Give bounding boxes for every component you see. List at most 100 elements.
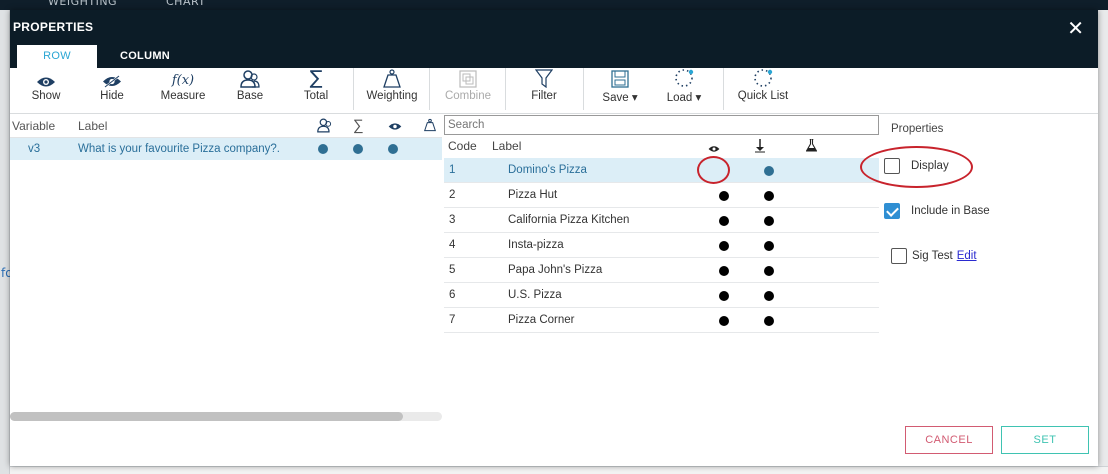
backdrop-tab-weighting[interactable]: WEIGHTING xyxy=(48,0,117,8)
total-indicator[interactable] xyxy=(353,144,363,154)
base-indicator[interactable] xyxy=(318,144,328,154)
row-label: Insta-pizza xyxy=(508,239,564,251)
sig-test-checkbox[interactable] xyxy=(891,248,907,264)
variable-table-header: Variable Label ∑ xyxy=(10,116,442,138)
variable-row[interactable]: v3 What is your favourite Pizza company?… xyxy=(10,138,442,160)
code-row[interactable]: 5 Papa John's Pizza xyxy=(444,258,879,283)
weight-icon xyxy=(360,68,424,90)
sig-test-label: Sig Test Edit xyxy=(912,250,977,262)
include-base-icon xyxy=(755,139,765,156)
code-column-header[interactable]: Code xyxy=(448,139,477,153)
include-base-indicator[interactable] xyxy=(764,166,774,176)
code-row[interactable]: 1 Domino's Pizza xyxy=(444,158,879,183)
row-label: Domino's Pizza xyxy=(508,164,587,176)
load-button[interactable]: Load ▾ xyxy=(660,68,708,114)
quick-list-icon xyxy=(732,68,794,90)
scrollbar-thumb[interactable] xyxy=(10,412,403,421)
code-row[interactable]: 2 Pizza Hut xyxy=(444,183,879,208)
base-users-icon xyxy=(317,118,333,136)
search-input[interactable] xyxy=(444,115,879,135)
sig-test-edit-link[interactable]: Edit xyxy=(957,250,977,262)
code-row[interactable]: 4 Insta-pizza xyxy=(444,233,879,258)
eye-icon xyxy=(24,68,68,90)
show-label: Show xyxy=(31,90,61,102)
hide-label: Hide xyxy=(100,90,124,102)
weight-icon xyxy=(423,118,437,135)
row-label: U.S. Pizza xyxy=(508,289,562,301)
code-row[interactable]: 7 Pizza Corner xyxy=(444,308,879,333)
tab-row[interactable]: ROW xyxy=(17,45,97,68)
display-option[interactable]: Display xyxy=(884,158,974,176)
variable-name: v3 xyxy=(28,143,41,155)
save-label: Save ▾ xyxy=(602,92,638,104)
row-label: Papa John's Pizza xyxy=(508,264,603,276)
sigma-icon: ∑ xyxy=(353,117,364,134)
backdrop-top-bar: WEIGHTING CHART xyxy=(0,0,1108,10)
toolbar-separator xyxy=(429,68,430,110)
cancel-button[interactable]: CANCEL xyxy=(905,426,993,454)
label-column-header[interactable]: Label xyxy=(78,119,107,133)
sig-test-option[interactable]: Sig Test Edit xyxy=(891,248,1001,266)
display-indicator[interactable] xyxy=(719,216,729,226)
display-indicator[interactable] xyxy=(719,316,729,326)
load-spinner-icon xyxy=(660,68,708,90)
tab-column[interactable]: COLUMN xyxy=(105,45,185,68)
display-indicator[interactable] xyxy=(719,266,729,276)
quick-list-button[interactable]: Quick List xyxy=(732,68,794,114)
horizontal-scrollbar[interactable] xyxy=(10,412,442,421)
display-checkbox[interactable] xyxy=(884,158,900,174)
eye-slash-icon xyxy=(90,68,134,90)
save-button[interactable]: Save ▾ xyxy=(596,68,644,114)
filter-button[interactable]: Filter xyxy=(522,68,566,114)
total-label: Total xyxy=(303,90,329,102)
base-users-icon xyxy=(232,68,268,90)
row-label: Pizza Corner xyxy=(508,314,575,326)
row-code: 1 xyxy=(449,164,456,176)
toolbar: Show Hide f(x) Measure Base ∑ Total Weig… xyxy=(10,68,1098,114)
toolbar-separator xyxy=(583,68,584,110)
include-base-indicator[interactable] xyxy=(764,216,774,226)
dialog-header: PROPERTIES ✕ ROW COLUMN xyxy=(10,10,1098,68)
total-button[interactable]: ∑ Total xyxy=(298,68,334,114)
filter-icon xyxy=(522,68,566,90)
set-button[interactable]: SET xyxy=(1001,426,1089,454)
measure-button[interactable]: f(x) Measure xyxy=(154,68,212,114)
include-base-indicator[interactable] xyxy=(764,291,774,301)
include-base-indicator[interactable] xyxy=(764,191,774,201)
hide-button[interactable]: Hide xyxy=(90,68,134,114)
display-indicator[interactable] xyxy=(719,191,729,201)
include-in-base-checkbox[interactable] xyxy=(884,203,900,219)
include-base-indicator[interactable] xyxy=(764,316,774,326)
measure-label: Measure xyxy=(160,90,206,102)
base-button[interactable]: Base xyxy=(232,68,268,114)
show-indicator[interactable] xyxy=(388,144,398,154)
weighting-button[interactable]: Weighting xyxy=(360,68,424,114)
include-base-indicator[interactable] xyxy=(764,266,774,276)
include-in-base-option[interactable]: Include in Base xyxy=(884,203,1014,221)
eye-icon xyxy=(708,142,720,156)
display-indicator[interactable] xyxy=(719,241,729,251)
flask-icon xyxy=(805,138,818,155)
include-in-base-label: Include in Base xyxy=(911,205,990,217)
row-label: Pizza Hut xyxy=(508,189,558,201)
dialog-title: PROPERTIES xyxy=(13,20,94,34)
toolbar-separator xyxy=(723,68,724,110)
include-base-indicator[interactable] xyxy=(764,241,774,251)
row-code: 2 xyxy=(449,189,456,201)
close-icon[interactable]: ✕ xyxy=(1067,18,1084,38)
toolbar-separator xyxy=(505,68,506,110)
variable-panel: Variable Label ∑ v3 What is your favouri… xyxy=(10,116,442,421)
combine-button[interactable]: Combine xyxy=(438,68,498,114)
label-column-header[interactable]: Label xyxy=(492,139,521,153)
backdrop-tab-chart[interactable]: CHART xyxy=(166,0,206,8)
display-indicator[interactable] xyxy=(719,291,729,301)
show-button[interactable]: Show xyxy=(24,68,68,114)
variable-column-header[interactable]: Variable xyxy=(12,119,55,133)
backdrop-grid xyxy=(10,466,1108,474)
properties-title: Properties xyxy=(891,123,944,135)
code-row[interactable]: 6 U.S. Pizza xyxy=(444,283,879,308)
load-label: Load ▾ xyxy=(666,92,702,104)
quick-list-label: Quick List xyxy=(737,90,789,102)
code-row[interactable]: 3 California Pizza Kitchen xyxy=(444,208,879,233)
combine-icon xyxy=(438,68,498,90)
